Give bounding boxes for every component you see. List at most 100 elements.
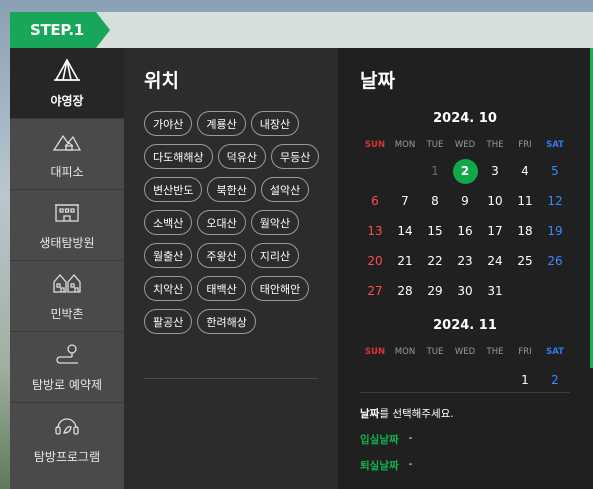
- headset-icon: [52, 413, 82, 442]
- calendar-day[interactable]: 24: [480, 246, 510, 276]
- calendar-day[interactable]: 30: [450, 276, 480, 306]
- calendar-day[interactable]: 2: [540, 363, 570, 387]
- weekday-header: SAT: [546, 347, 564, 357]
- tent-icon: [52, 57, 82, 86]
- calendar-day[interactable]: 19: [540, 216, 570, 246]
- park-chip[interactable]: 내장산: [250, 111, 300, 136]
- sidebar-item-0[interactable]: 야영장: [10, 48, 124, 119]
- houses-icon: [52, 270, 82, 299]
- park-chip[interactable]: 지리산: [250, 243, 300, 268]
- date-prompt: 날짜를 선택해주세요.: [360, 406, 454, 421]
- weekday-header: SAT: [546, 140, 564, 150]
- park-chip[interactable]: 주왕산: [197, 243, 246, 268]
- calendar-day-number: 20: [367, 254, 383, 268]
- calendar-day[interactable]: 1: [510, 363, 540, 387]
- calendar-day[interactable]: 10: [480, 186, 510, 216]
- calendar-week: 12: [360, 363, 570, 387]
- park-chip[interactable]: 변산반도: [144, 177, 203, 202]
- calendar-day[interactable]: 13: [360, 216, 390, 246]
- calendar-day-number: 4: [521, 164, 529, 178]
- calendar-day[interactable]: 1: [420, 156, 450, 186]
- calendar-day[interactable]: 16: [450, 216, 480, 246]
- calendar-day-number: 22: [427, 254, 443, 268]
- sidebar-item-3[interactable]: 민박촌: [10, 261, 124, 332]
- park-chip-list: 가야산 계룡산 내장산다도해해상 덕유산 무등산변산반도 북한산 설악산소백산 오대산 월악산월…: [144, 111, 328, 334]
- park-chip[interactable]: 태백산: [197, 276, 246, 301]
- park-chip[interactable]: 무등산: [270, 144, 320, 169]
- calendar-day[interactable]: 8: [420, 186, 450, 216]
- calendar-week: 20 21 22 23 24 25 26: [360, 246, 570, 276]
- calendar-day[interactable]: 25: [510, 246, 540, 276]
- calendar-week: 13 14 15 16 17 18 19: [360, 216, 570, 246]
- calendar-day[interactable]: 2: [450, 156, 480, 186]
- sidebar-item-4[interactable]: 탐방로 예약제: [10, 332, 124, 403]
- calendar-day-number: 1: [521, 373, 529, 387]
- park-chip[interactable]: 한려해상: [197, 309, 256, 334]
- park-chip[interactable]: 북한산: [207, 177, 256, 202]
- calendar-day-number: 19: [547, 224, 563, 238]
- calendar-day[interactable]: 6: [360, 186, 390, 216]
- calendar-day[interactable]: 23: [450, 246, 480, 276]
- park-chip[interactable]: 소백산: [144, 210, 193, 235]
- calendar-day-number: 21: [397, 254, 413, 268]
- calendar-day-number: 24: [487, 254, 503, 268]
- calendar-day-number: 14: [397, 224, 413, 238]
- checkin-value: -: [408, 432, 413, 444]
- calendar-day-number: 26: [547, 254, 563, 268]
- calendar-week: 27 28 29 30 31: [360, 276, 570, 306]
- calendar-day[interactable]: 27: [360, 276, 390, 306]
- park-chip[interactable]: 계룡산: [197, 111, 246, 136]
- calendar-day[interactable]: 22: [420, 246, 450, 276]
- park-chip[interactable]: 치악산: [144, 276, 193, 301]
- sidebar-item-1[interactable]: 대피소: [10, 119, 124, 190]
- calendar-empty-cell: [510, 276, 540, 306]
- park-chip[interactable]: 오대산: [197, 210, 246, 235]
- weekday-header: MON: [394, 347, 416, 357]
- calendar-day-number: 13: [367, 224, 383, 238]
- calendar-day[interactable]: 3: [480, 156, 510, 186]
- calendar-empty-cell: [360, 363, 390, 387]
- calendar-day-number: 25: [517, 254, 533, 268]
- park-chip[interactable]: 가야산: [144, 111, 193, 136]
- calendar-day[interactable]: 7: [390, 186, 420, 216]
- calendar-empty-cell: [390, 156, 420, 186]
- calendar-day[interactable]: 12: [540, 186, 570, 216]
- sidebar-item-5[interactable]: 탐방프로그램: [10, 403, 124, 474]
- calendar-day[interactable]: 29: [420, 276, 450, 306]
- calendar-day[interactable]: 17: [480, 216, 510, 246]
- checkout-label: 퇴실날짜: [360, 460, 399, 472]
- weekday-header: MON: [394, 140, 416, 150]
- calendar-day-number: 16: [457, 224, 473, 238]
- park-chip[interactable]: 다도해해상: [144, 144, 213, 169]
- weekday-header: SUN: [364, 140, 386, 150]
- calendar-day[interactable]: 15: [420, 216, 450, 246]
- calendar-day-number: 1: [431, 164, 439, 178]
- calendar-day-number: 7: [401, 194, 409, 208]
- weekday-header: SUN: [364, 347, 386, 357]
- park-chip[interactable]: 태안해안: [250, 276, 310, 301]
- calendar-day[interactable]: 31: [480, 276, 510, 306]
- calendar-day[interactable]: 4: [510, 156, 540, 186]
- weekday-header: THE: [486, 347, 504, 357]
- calendar-day[interactable]: 21: [390, 246, 420, 276]
- calendar-day-number: 10: [487, 194, 503, 208]
- mountain-shelter-icon: [52, 128, 82, 157]
- calendar-day[interactable]: 20: [360, 246, 390, 276]
- calendar-day[interactable]: 14: [390, 216, 420, 246]
- step-indicator: STEP.1: [10, 12, 110, 48]
- park-chip[interactable]: 설악산: [260, 177, 310, 202]
- calendar-day[interactable]: 11: [510, 186, 540, 216]
- calendar-month: 2024. 10 SUN MON TUE WED THE FRI SAT 1 2 3 4 5 6 7 8 9 10…: [360, 111, 593, 306]
- park-chip[interactable]: 월악산: [250, 210, 300, 235]
- park-chip[interactable]: 월출산: [144, 243, 193, 268]
- calendar-day-number: 8: [431, 194, 439, 208]
- calendar-day[interactable]: 5: [540, 156, 570, 186]
- calendar-day[interactable]: 18: [510, 216, 540, 246]
- calendar-month-title: 2024. 10: [433, 111, 497, 126]
- calendar-day[interactable]: 26: [540, 246, 570, 276]
- calendar-day[interactable]: 9: [450, 186, 480, 216]
- park-chip[interactable]: 팔공산: [144, 309, 193, 334]
- park-chip[interactable]: 덕유산: [217, 144, 266, 169]
- calendar-day[interactable]: 28: [390, 276, 420, 306]
- sidebar-item-2[interactable]: 생태탐방원: [10, 190, 124, 261]
